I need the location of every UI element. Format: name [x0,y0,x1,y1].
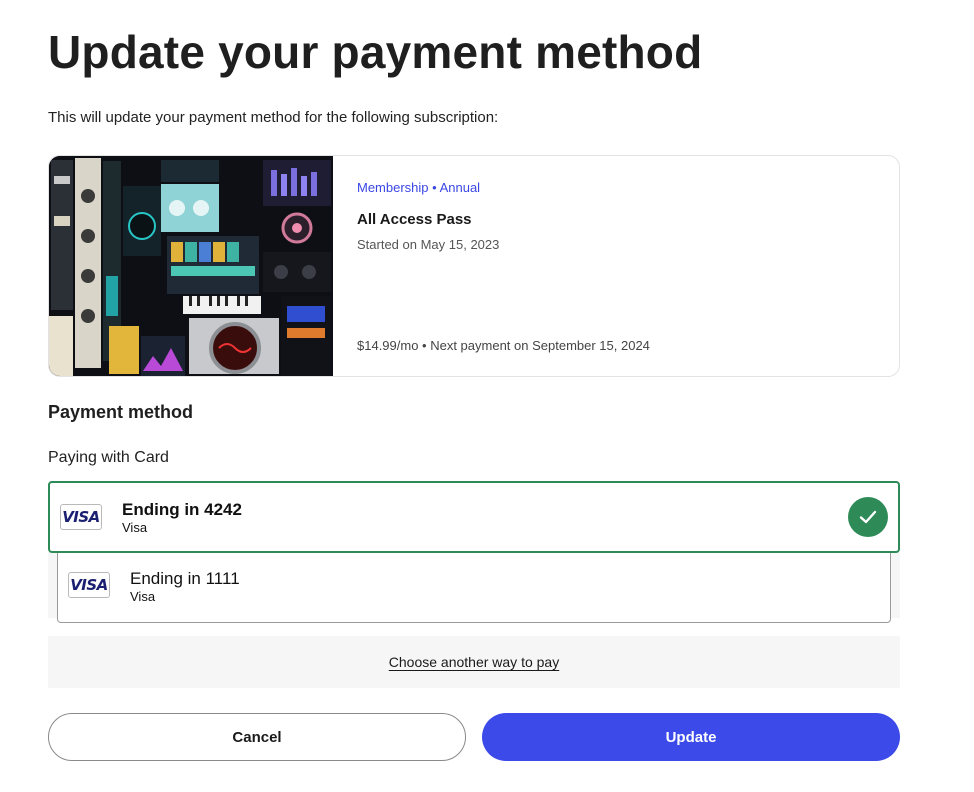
plan-name: All Access Pass [357,211,472,228]
cancel-button[interactable]: Cancel [48,713,466,761]
choose-another-way-link[interactable]: Choose another way to pay [389,654,559,670]
subscription-card: Membership • Annual All Access Pass Star… [48,155,900,377]
paying-with-label: Paying with Card [48,449,169,466]
card-ending-text: Ending in 4242 [122,500,242,519]
card-option-4242[interactable]: VISA Ending in 4242 Visa [48,481,900,553]
card-brand-text: Visa [130,589,156,604]
checkmark-icon [848,497,888,537]
page-title: Update your payment method [48,26,703,78]
visa-logo-icon: VISA [68,572,110,598]
plugin-collage-image [49,156,333,376]
update-button[interactable]: Update [482,713,900,761]
another-payment-panel: Choose another way to pay [48,636,900,688]
plan-price-line: $14.99/mo • Next payment on September 15… [357,338,650,353]
card-option-1111[interactable]: VISA Ending in 1111 Visa [57,552,891,623]
intro-text: This will update your payment method for… [48,109,499,126]
payment-method-heading: Payment method [48,402,194,422]
plan-start-date: Started on May 15, 2023 [357,237,500,252]
card-brand-text: Visa [122,520,148,535]
card-ending-text: Ending in 1111 [130,569,240,588]
subscription-details: Membership • Annual All Access Pass Star… [357,156,899,376]
plan-tag: Membership • Annual [357,180,481,195]
visa-logo-icon: VISA [60,504,102,530]
